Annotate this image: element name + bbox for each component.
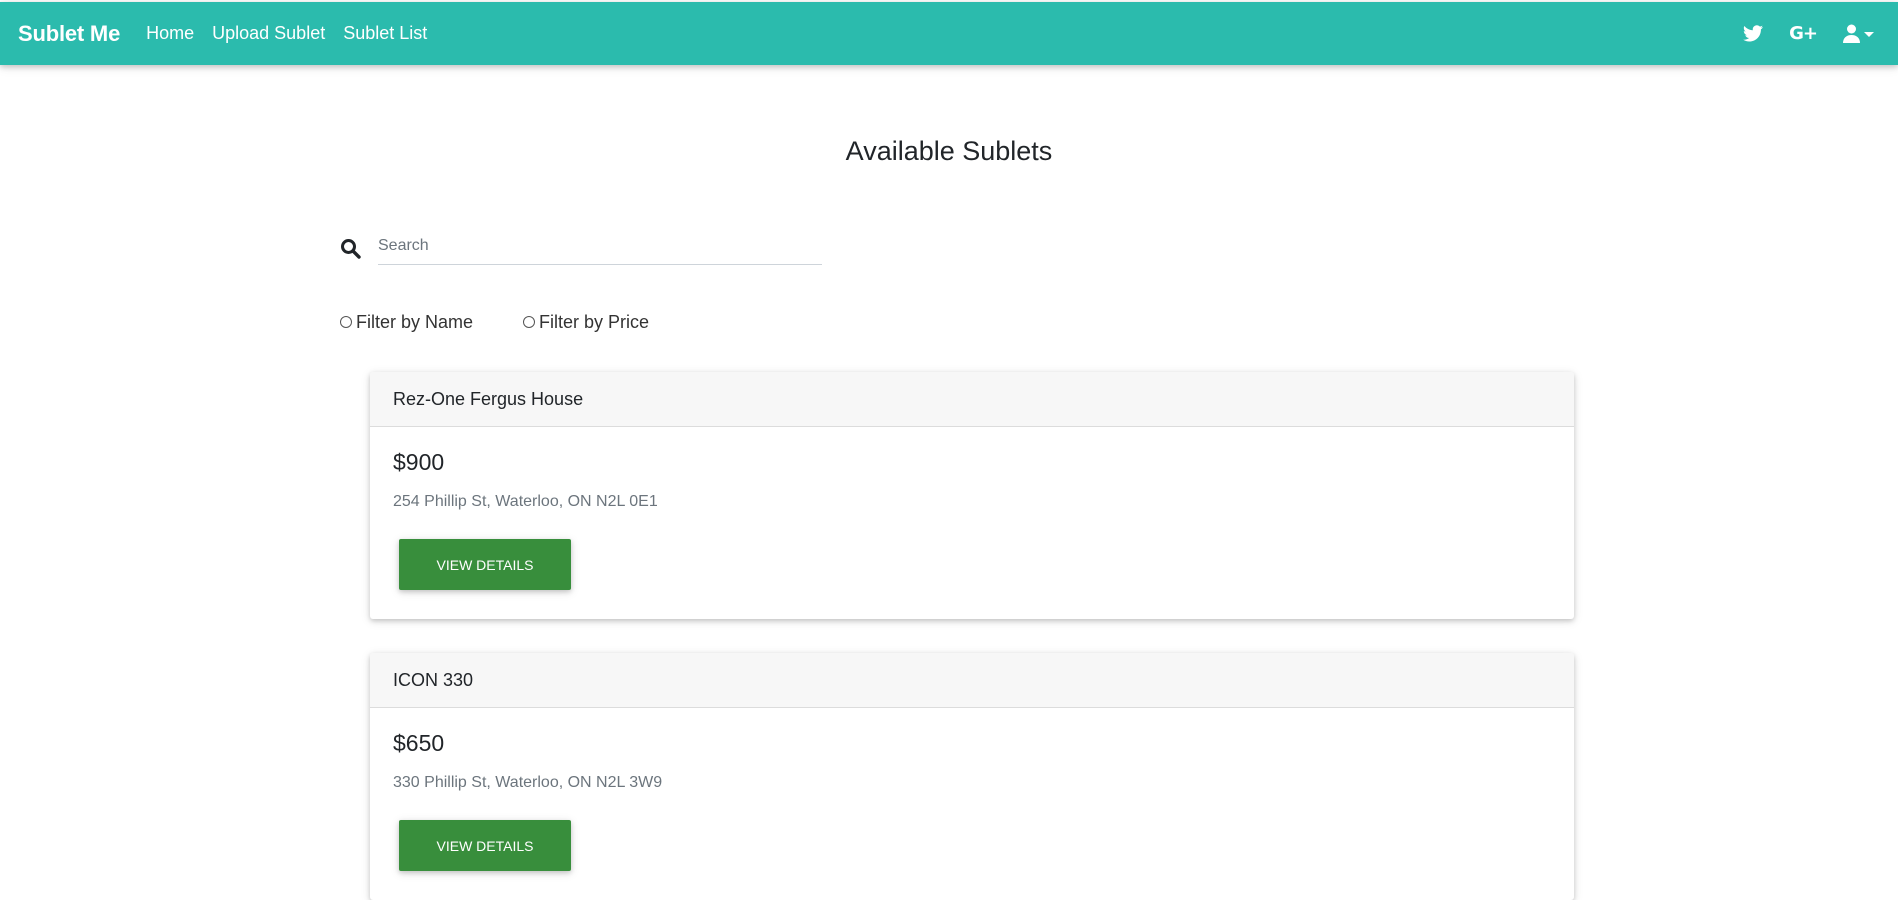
sublet-address: 254 Phillip St, Waterloo, ON N2L 0E1 [393,493,658,510]
sublet-card: Rez-One Fergus House $900 254 Phillip St… [370,372,1574,619]
nav-right-group: G+ [1717,2,1874,65]
search-bar [340,228,822,268]
sublet-card: ICON 330 $650 330 Phillip St, Waterloo, … [370,653,1574,900]
nav-link-upload-sublet[interactable]: Upload Sublet [212,23,325,44]
sublet-card-body: $900 254 Phillip St, Waterloo, ON N2L 0E… [370,427,1574,619]
filter-by-name-radio[interactable] [340,316,352,328]
brand-logo[interactable]: Sublet Me [18,21,120,47]
nav-link-sublet-list[interactable]: Sublet List [343,23,427,44]
view-details-button[interactable]: VIEW DETAILS [399,539,571,590]
filter-by-price-radio[interactable] [523,316,536,328]
user-menu-toggle[interactable] [1843,24,1874,43]
sublet-price: $900 [393,449,445,475]
user-icon [1843,24,1860,43]
filter-by-price-label: Filter by Price [539,311,650,332]
top-navbar: Sublet Me Home Upload Sublet Sublet List… [0,2,1898,65]
nav-link-home[interactable]: Home [146,23,194,44]
filter-by-name-label: Filter by Name [356,311,474,332]
sublet-card-title: Rez-One Fergus House [370,372,1574,427]
view-details-button[interactable]: VIEW DETAILS [399,820,571,871]
filter-options: Filter by Name Filter by Price [340,310,649,334]
twitter-icon[interactable] [1743,25,1764,42]
search-input[interactable] [378,228,822,265]
sublet-card-title: ICON 330 [370,653,1574,708]
sublet-price: $650 [393,730,445,756]
google-plus-icon[interactable]: G+ [1789,23,1818,44]
filter-by-price-option[interactable]: Filter by Price [523,312,649,333]
search-icon [341,239,361,259]
sublet-card-body: $650 330 Phillip St, Waterloo, ON N2L 3W… [370,708,1574,900]
page-title: Available Sublets [845,136,1053,166]
sublet-address: 330 Phillip St, Waterloo, ON N2L 3W9 [393,774,663,791]
filter-by-name-option[interactable]: Filter by Name [340,312,473,333]
chevron-down-icon [1864,32,1874,37]
